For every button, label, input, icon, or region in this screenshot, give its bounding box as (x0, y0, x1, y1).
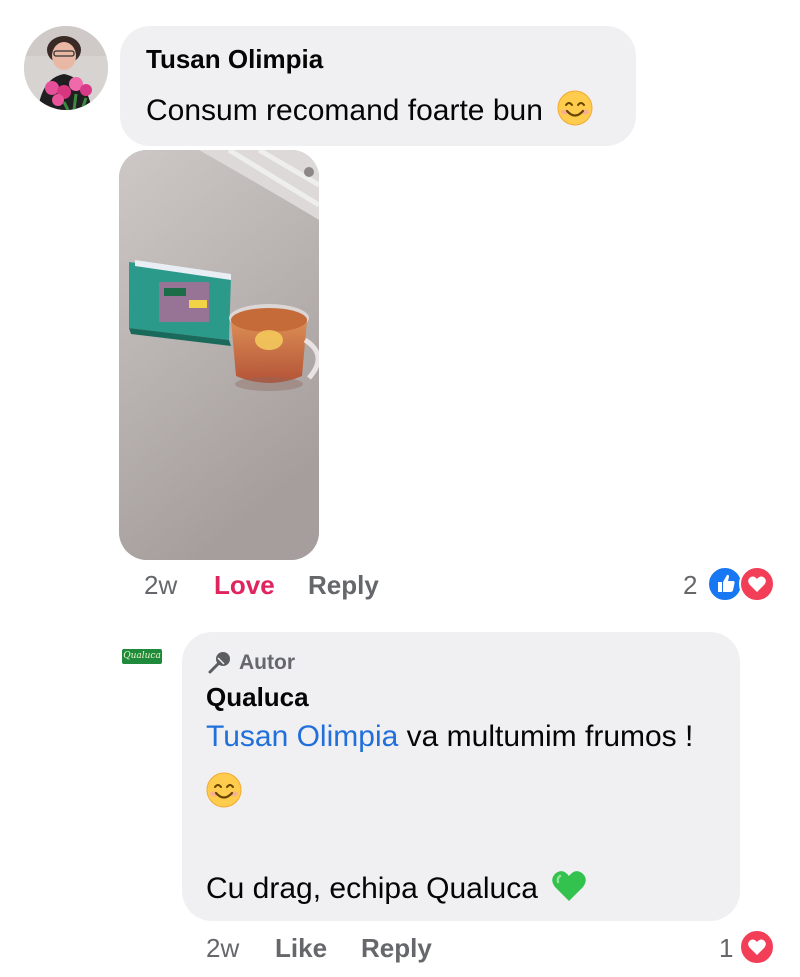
avatar[interactable] (24, 26, 108, 110)
reply-button-2[interactable]: Reply (361, 933, 432, 964)
love-reaction-button[interactable]: Love (214, 570, 275, 601)
reply-reaction-count: 1 (719, 933, 734, 963)
like-reaction-icon (707, 566, 743, 602)
comment-timestamp: 2w (144, 570, 178, 600)
comment-bubble: Tusan Olimpia Consum recomand foarte bun (120, 26, 636, 146)
mention-link[interactable]: Tusan Olimpia (206, 720, 398, 753)
reply-timestamp: 2w (206, 933, 240, 963)
green-heart-icon (550, 868, 588, 912)
reply-text-line-1: Tusan Olimpia va multumim frumos ! (206, 720, 693, 754)
microphone-icon (206, 650, 232, 676)
like-button[interactable]: Like (275, 933, 327, 964)
smiling-face-emoji-icon (557, 90, 593, 134)
smiling-face-emoji-icon (206, 772, 242, 813)
reply-author[interactable]: Qualuca (206, 682, 309, 713)
reply-text-content: va multumim frumos ! (398, 720, 694, 753)
reply-text-line-3: Cu drag, echipa Qualuca (206, 868, 588, 912)
love-reaction-icon (739, 566, 775, 602)
reaction-count: 2 (683, 570, 698, 600)
author-badge: Autor (206, 650, 295, 676)
tea-box (129, 260, 231, 346)
author-badge-label: Autor (239, 651, 295, 674)
reaction-summary[interactable]: 2 (683, 566, 783, 604)
comment-author[interactable]: Tusan Olimpia (146, 44, 323, 75)
qualuca-logo-avatar[interactable]: Qualuca (122, 649, 162, 664)
reply-button[interactable]: Reply (308, 570, 379, 601)
comment-text: Consum recomand foarte bun (146, 90, 593, 134)
reply-reaction-summary[interactable]: 1 (719, 929, 783, 967)
comment-photo[interactable] (119, 150, 319, 560)
comment-text-content: Consum recomand foarte bun (146, 93, 543, 127)
reply-signature: Cu drag, echipa Qualuca (206, 871, 538, 905)
love-reaction-icon (739, 929, 775, 965)
reply-bubble: Autor Qualuca Tusan Olimpia va multumim … (182, 632, 740, 921)
